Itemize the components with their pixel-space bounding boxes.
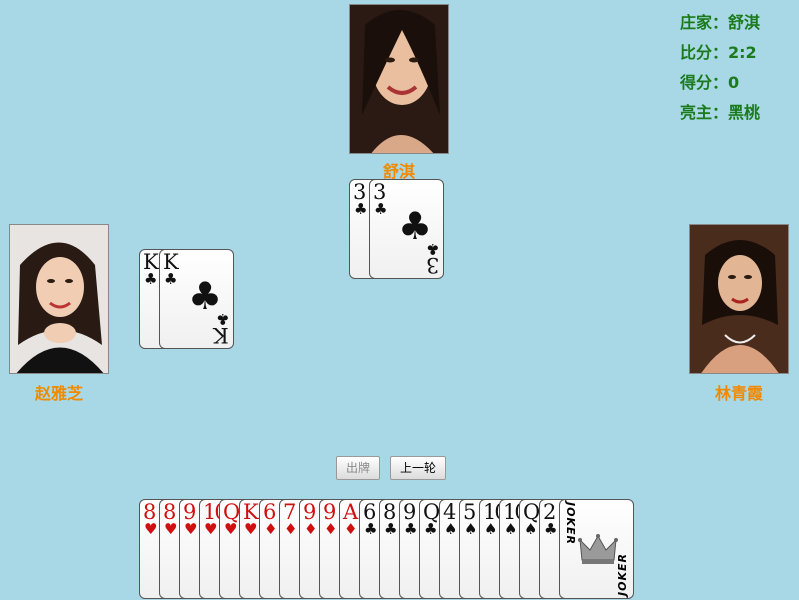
trump-row: 亮主：黑桃 — [680, 98, 760, 128]
last-round-button[interactable]: 上一轮 — [390, 456, 446, 480]
avatar-top-player — [349, 4, 449, 154]
trump-label: 亮主： — [680, 103, 729, 122]
clubs-icon: ♣ — [354, 200, 368, 218]
clubs-icon: ♣ — [215, 310, 229, 328]
clubs-icon: ♣ — [364, 520, 378, 538]
hearts-icon: ♥ — [144, 520, 158, 538]
joker-label-bottom: JOKER — [616, 553, 629, 596]
ratio-value: 2:2 — [728, 43, 757, 62]
clubs-icon: ♣ — [404, 520, 418, 538]
dealer-label: 庄家： — [680, 13, 729, 32]
diamonds-icon: ♦ — [344, 520, 358, 538]
portrait-image — [690, 225, 788, 373]
hearts-icon: ♥ — [224, 520, 238, 538]
diamonds-icon: ♦ — [304, 520, 318, 538]
portrait-image — [350, 5, 448, 153]
diamonds-icon: ♦ — [324, 520, 338, 538]
trump-value: 黑桃 — [728, 103, 761, 122]
hearts-icon: ♥ — [244, 520, 258, 538]
spades-icon: ♠ — [464, 520, 478, 538]
spades-icon: ♠ — [484, 520, 498, 538]
card-k-clubs: K ♣ ♣ K ♣ — [159, 249, 234, 349]
diamonds-icon: ♦ — [264, 520, 278, 538]
joker-label: JOKER — [564, 502, 577, 545]
clubs-icon: ♣ — [384, 520, 398, 538]
clubs-icon: ♣ — [374, 200, 388, 218]
score-row: 得分：0 — [680, 68, 760, 98]
hearts-icon: ♥ — [204, 520, 218, 538]
score-label: 得分： — [680, 73, 729, 92]
crown-icon — [578, 534, 618, 564]
hearts-icon: ♥ — [184, 520, 198, 538]
clubs-icon: ♣ — [544, 520, 558, 538]
diamonds-icon: ♦ — [284, 520, 298, 538]
clubs-icon: ♣ — [144, 270, 158, 288]
clubs-icon: ♣ — [424, 520, 438, 538]
ratio-label: 比分： — [680, 43, 729, 62]
game-info-panel: 庄家：舒淇 比分：2:2 得分：0 亮主：黑桃 — [680, 8, 760, 128]
spades-icon: ♠ — [504, 520, 518, 538]
spades-icon: ♠ — [444, 520, 458, 538]
card-3-clubs: 3 ♣ ♣ 3 ♣ — [369, 179, 444, 279]
spades-icon: ♠ — [524, 520, 538, 538]
hearts-icon: ♥ — [164, 520, 178, 538]
clubs-icon: ♣ — [164, 270, 178, 288]
joker-card[interactable]: JOKER JOKER — [559, 499, 634, 599]
player-name-left: 赵雅芝 — [34, 384, 83, 403]
dealer-value: 舒淇 — [728, 13, 761, 32]
avatar-left-player — [9, 224, 109, 374]
dealer-row: 庄家：舒淇 — [680, 8, 760, 38]
clubs-icon: ♣ — [425, 240, 439, 258]
player-name-right: 林青霞 — [714, 384, 763, 403]
avatar-right-player — [689, 224, 789, 374]
play-cards-button[interactable]: 出牌 — [336, 456, 380, 480]
portrait-image — [10, 225, 108, 373]
score-value: 0 — [728, 73, 740, 92]
ratio-row: 比分：2:2 — [680, 38, 760, 68]
